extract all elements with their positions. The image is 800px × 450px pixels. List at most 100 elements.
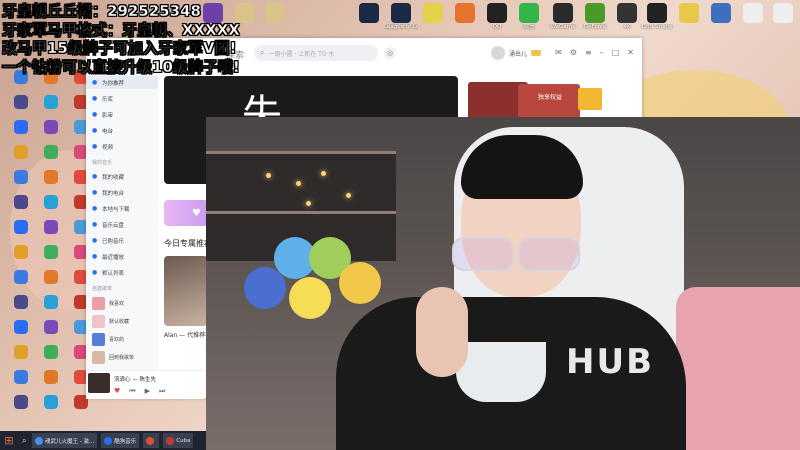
taskbar-app[interactable]: 酷狗音乐 (101, 433, 140, 448)
desktop-icon[interactable] (4, 295, 38, 309)
settings-icon[interactable]: ⚙ (570, 48, 577, 57)
desktop-icon[interactable] (258, 3, 292, 24)
desktop-icon[interactable] (766, 3, 800, 24)
desktop-icon[interactable] (736, 3, 770, 24)
desktop-icon[interactable]: League of Legends (384, 3, 418, 31)
desktop-icon[interactable] (34, 395, 68, 409)
taskbar-app[interactable]: Cuba (163, 433, 194, 448)
app-icon (44, 95, 58, 109)
menu-icon[interactable]: ≡ (585, 48, 592, 57)
desktop-icon[interactable]: WeGame (546, 3, 580, 31)
playlist-item[interactable]: 喜欢的 (86, 332, 158, 347)
desktop-icon[interactable] (448, 3, 482, 24)
minimize-icon[interactable]: – (600, 48, 604, 57)
desktop-icon[interactable] (4, 370, 38, 384)
sidebar-item[interactable]: ● 音乐云盘 (86, 218, 158, 231)
sidebar-item[interactable]: ● 视频 (86, 140, 158, 153)
file-icon (773, 3, 793, 23)
sidebar-item[interactable]: ● 乐库 (86, 92, 158, 105)
desktop-icon[interactable] (4, 95, 38, 109)
file-icon (265, 3, 285, 23)
guess-you-like-card[interactable]: ♥ (164, 200, 208, 226)
playlist-item[interactable]: 默认收藏 (86, 314, 158, 329)
taskbar-app[interactable]: 魂武儿火魔王 - 激... (32, 433, 98, 448)
sidebar-item[interactable]: ● 为你推荐 (86, 76, 158, 89)
app-icon (617, 3, 637, 23)
desktop-icon[interactable] (672, 3, 706, 24)
user-name[interactable]: 涌岳儿 (509, 49, 527, 58)
favorite-heart-icon[interactable]: ♥ (114, 387, 120, 396)
next-icon[interactable]: ⏭ (159, 387, 165, 396)
desktop-icon[interactable] (4, 320, 38, 334)
sidebar-item[interactable]: ● 最近播放 (86, 250, 158, 263)
desktop-icon[interactable] (34, 320, 68, 334)
desktop-icon[interactable] (34, 145, 68, 159)
sidebar-item[interactable]: ● 本地与下载 (86, 202, 158, 215)
now-playing-title[interactable]: 流浪心 — 陈生先 (114, 375, 156, 383)
sidebar-item[interactable]: ● 我的电台 (86, 186, 158, 199)
desktop-icon[interactable] (34, 345, 68, 359)
now-playing-bar: 流浪心 — 陈生先 ♥ ⏮ ▶ ⏭ (86, 370, 204, 399)
desktop-icon[interactable] (4, 270, 38, 284)
game-icon (391, 3, 411, 23)
song-card[interactable] (164, 256, 208, 326)
desktop-icon[interactable] (34, 220, 68, 234)
desktop-icon[interactable] (4, 345, 38, 359)
desktop-icon[interactable] (352, 3, 386, 24)
maximize-icon[interactable]: □ (612, 48, 620, 57)
voice-search-icon[interactable]: ◎ (384, 47, 396, 59)
desktop-icon[interactable]: QQ (480, 3, 514, 31)
message-icon[interactable]: ✉ (555, 48, 562, 57)
desktop-icon[interactable] (4, 145, 38, 159)
sidebar-item[interactable]: ● 电台 (86, 124, 158, 137)
playlist-item[interactable]: 我喜欢 (86, 296, 158, 311)
playlist-item[interactable]: 回到我歌单 (86, 350, 158, 365)
desktop-icon[interactable]: GeForce (578, 3, 612, 31)
search-icon[interactable]: ⌕ (22, 436, 28, 446)
sidebar-item[interactable]: ● 我的收藏 (86, 170, 158, 183)
desktop-icon[interactable] (4, 195, 38, 209)
sidebar-item-label: 我的收藏 (102, 174, 125, 181)
desktop-icon[interactable]: OBS Studio (640, 3, 674, 31)
desktop-icon[interactable] (4, 220, 38, 234)
previous-icon[interactable]: ⏮ (129, 387, 135, 396)
playlist-name: 我喜欢 (109, 301, 125, 307)
app-icon (166, 436, 175, 445)
video-icon: ● (92, 110, 98, 118)
song-caption[interactable]: Alan — 代推荐荐 (164, 330, 211, 339)
avatar[interactable] (491, 46, 505, 60)
desktop-icon[interactable] (34, 270, 68, 284)
desktop-icon[interactable] (4, 395, 38, 409)
desktop-icon[interactable] (4, 170, 38, 184)
sidebar-item[interactable]: ● 影审 (86, 108, 158, 121)
app-icon (14, 195, 28, 209)
sidebar-item-label: 本地与下载 (102, 206, 130, 213)
sidebar-item[interactable]: ● 已购音乐 (86, 234, 158, 247)
desktop-icon[interactable] (34, 370, 68, 384)
section-title: 今日专属推荐 (164, 239, 212, 248)
desktop-icon[interactable] (34, 95, 68, 109)
desktop-icon[interactable] (34, 295, 68, 309)
start-button[interactable]: ⊞ (0, 431, 18, 450)
desktop-icon[interactable] (4, 245, 38, 259)
desktop-icon[interactable] (34, 170, 68, 184)
overlay-line-1: 牙皇朝丘丘裙：292525348 (2, 2, 201, 20)
album-art[interactable] (88, 373, 110, 393)
desktop-icon[interactable]: 4K (610, 3, 644, 31)
desktop-icon[interactable] (416, 3, 450, 24)
desktop-icon[interactable]: 微信 (512, 3, 546, 31)
desktop-icon[interactable] (34, 120, 68, 134)
user-profile[interactable]: 涌岳儿 (491, 46, 542, 60)
close-icon[interactable]: ✕ (627, 48, 634, 57)
desktop-icon[interactable] (34, 195, 68, 209)
gift-icon (578, 88, 602, 110)
desktop-icon[interactable] (704, 3, 738, 24)
desktop-icon[interactable] (4, 120, 38, 134)
play-icon[interactable]: ▶ (145, 387, 150, 396)
taskbar-app[interactable] (143, 433, 160, 448)
search-input[interactable]: ⌕ 一周小圆 · 上新在 TO·水 (254, 45, 378, 61)
promo-banner[interactable]: 独享权益 (468, 80, 638, 120)
sidebar-item[interactable]: ● 默认列表 (86, 266, 158, 279)
desktop-icon[interactable] (34, 245, 68, 259)
desktop-icon-label: 微信 (523, 24, 535, 30)
